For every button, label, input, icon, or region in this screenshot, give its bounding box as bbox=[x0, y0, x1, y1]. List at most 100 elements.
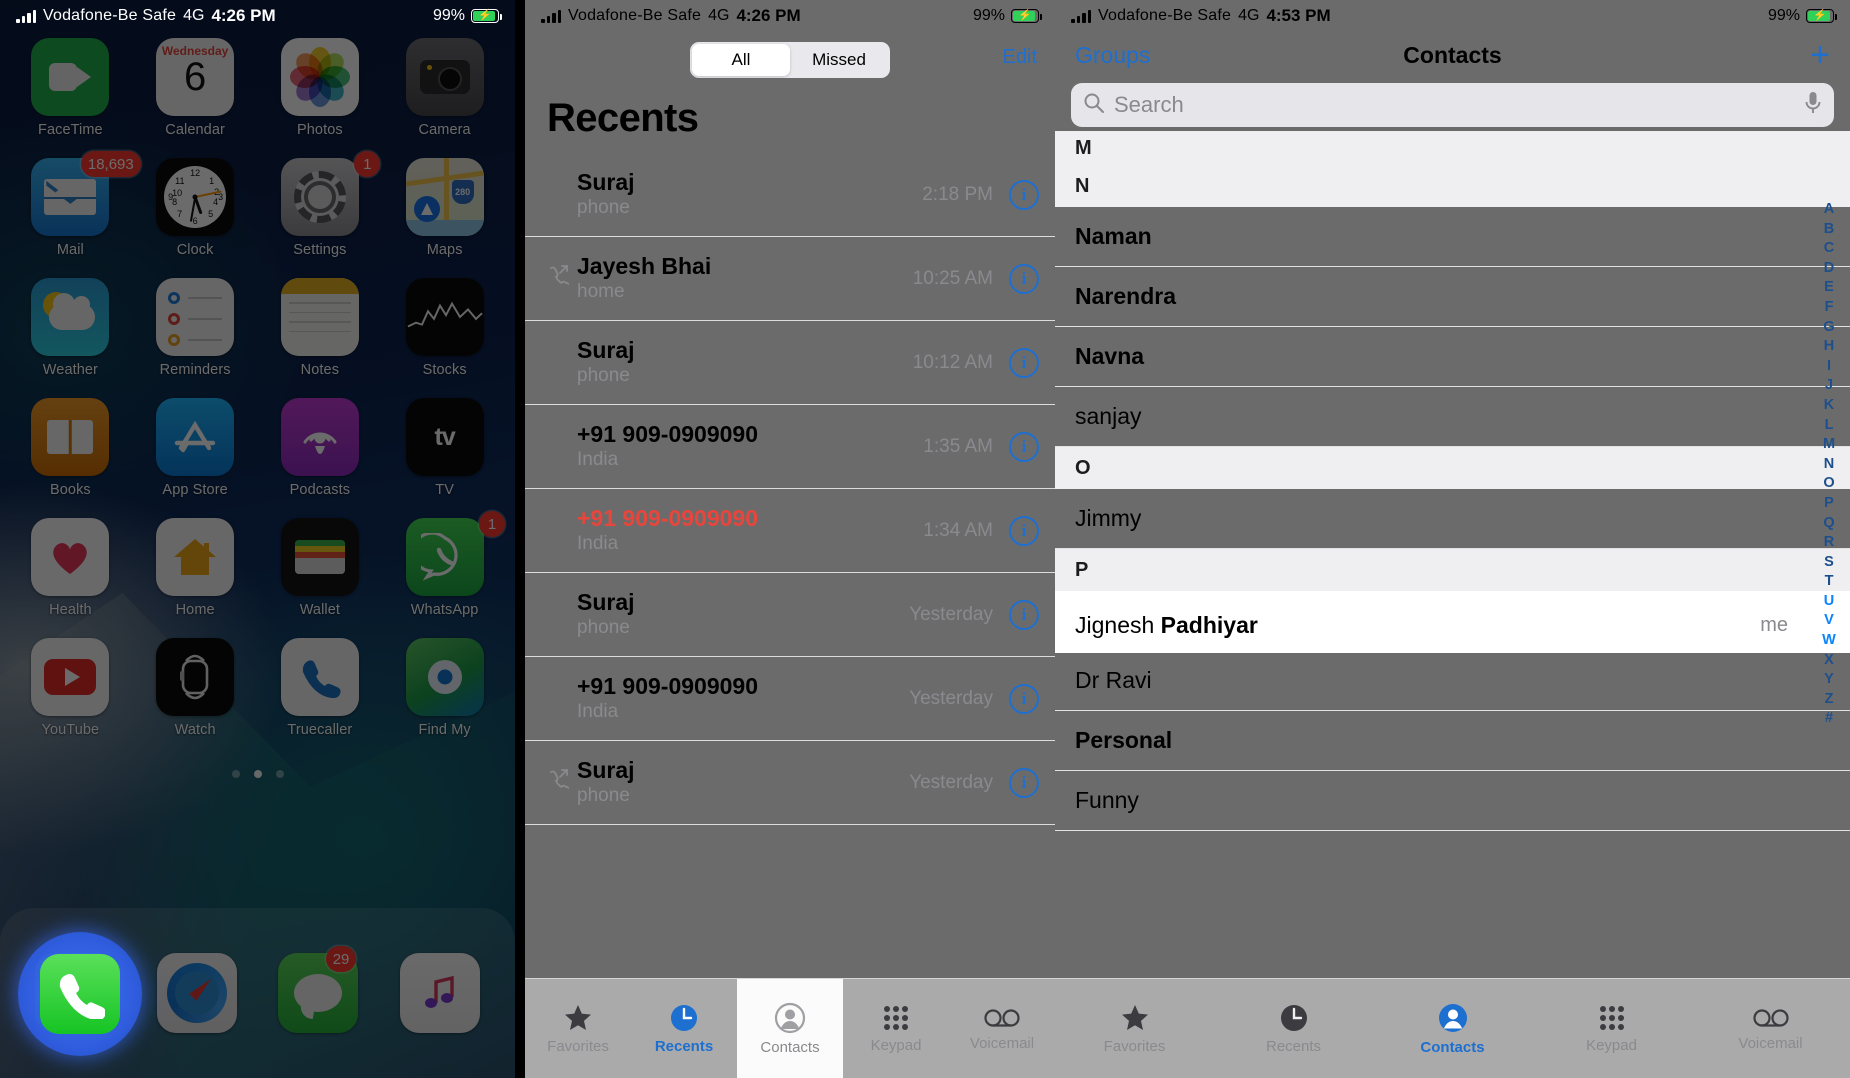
list-item[interactable]: Dr Ravi bbox=[1055, 651, 1850, 712]
table-row[interactable]: Jayesh Bhai home 10:25 AM i bbox=[525, 237, 1055, 321]
highlighted-contact-row[interactable]: Jignesh Padhiyar me bbox=[1055, 597, 1850, 653]
app-truecaller[interactable]: Truecaller bbox=[258, 638, 383, 738]
app-photos[interactable]: Photos bbox=[258, 38, 383, 138]
index-letter[interactable]: T bbox=[1825, 572, 1834, 592]
tab-voicemail[interactable]: Voicemail bbox=[949, 979, 1055, 1078]
index-letter[interactable]: W bbox=[1822, 631, 1836, 651]
list-item[interactable]: sanjay bbox=[1055, 387, 1850, 448]
info-icon[interactable]: i bbox=[1009, 767, 1039, 798]
list-item[interactable]: Personal bbox=[1055, 711, 1850, 772]
index-letter[interactable]: P bbox=[1824, 494, 1834, 514]
list-item[interactable]: Narendra bbox=[1055, 267, 1850, 328]
list-item[interactable]: Jimmy bbox=[1055, 489, 1850, 550]
list-item[interactable]: Navna bbox=[1055, 327, 1850, 388]
tab-recents[interactable]: Recents bbox=[631, 979, 737, 1078]
app-camera[interactable]: Camera bbox=[382, 38, 507, 138]
app-find-my[interactable]: Find My bbox=[382, 638, 507, 738]
index-letter[interactable]: O bbox=[1823, 474, 1834, 494]
app-calendar[interactable]: Wednesday 6 Calendar bbox=[133, 38, 258, 138]
app-home[interactable]: Home bbox=[133, 518, 258, 618]
app-tv[interactable]: tv TV bbox=[382, 398, 507, 498]
search-input[interactable]: Search bbox=[1071, 83, 1834, 128]
app-notes[interactable]: Notes bbox=[258, 278, 383, 378]
info-icon[interactable]: i bbox=[1009, 347, 1039, 378]
app-clock[interactable]: 12 3 6 9 11 10 1 2 4 5 7 8 bbox=[133, 158, 258, 258]
tab-favorites[interactable]: Favorites bbox=[525, 979, 631, 1078]
app-label: App Store bbox=[162, 482, 228, 498]
app-stocks[interactable]: Stocks bbox=[382, 278, 507, 378]
app-facetime[interactable]: FaceTime bbox=[8, 38, 133, 138]
index-letter[interactable]: H bbox=[1824, 337, 1834, 357]
index-letter[interactable]: G bbox=[1823, 318, 1834, 338]
table-row[interactable]: +91 909-0909090 India Yesterday i bbox=[525, 657, 1055, 741]
tab-recents[interactable]: Recents bbox=[1214, 979, 1373, 1078]
phone-tap-highlight[interactable] bbox=[18, 932, 142, 1056]
index-letter[interactable]: D bbox=[1824, 259, 1834, 279]
tab-contacts[interactable]: Contacts bbox=[1373, 979, 1532, 1078]
table-row[interactable]: Suraj phone 10:12 AM i bbox=[525, 321, 1055, 405]
index-letter[interactable]: # bbox=[1825, 709, 1833, 729]
index-letter[interactable]: Q bbox=[1823, 514, 1834, 534]
table-row[interactable]: Suraj phone Yesterday i bbox=[525, 573, 1055, 657]
index-letter[interactable]: C bbox=[1824, 239, 1834, 259]
app-youtube[interactable]: YouTube bbox=[8, 638, 133, 738]
app-whatsapp[interactable]: 1 WhatsApp bbox=[382, 511, 507, 618]
info-icon[interactable]: i bbox=[1009, 683, 1039, 714]
index-letter[interactable]: V bbox=[1824, 611, 1834, 631]
index-letter[interactable]: B bbox=[1824, 220, 1834, 240]
index-letter[interactable]: Z bbox=[1825, 690, 1834, 710]
alphabet-index[interactable]: A B C D E F G H I J K L M N O P Q R S T … bbox=[1816, 200, 1842, 729]
index-letter[interactable]: M bbox=[1823, 435, 1835, 455]
info-icon[interactable]: i bbox=[1009, 263, 1039, 294]
tab-keypad[interactable]: Keypad bbox=[1532, 979, 1691, 1078]
index-letter[interactable]: U bbox=[1824, 592, 1834, 612]
segmented-control[interactable]: All Missed bbox=[690, 42, 890, 78]
app-books[interactable]: Books bbox=[8, 398, 133, 498]
edit-button[interactable]: Edit bbox=[1003, 46, 1037, 69]
index-letter[interactable]: K bbox=[1824, 396, 1834, 416]
tab-voicemail[interactable]: Voicemail bbox=[1691, 979, 1850, 1078]
tab-keypad[interactable]: Keypad bbox=[843, 979, 949, 1078]
app-weather[interactable]: Weather bbox=[8, 278, 133, 378]
info-icon[interactable]: i bbox=[1009, 179, 1039, 210]
clock: 4:26 PM bbox=[736, 6, 801, 25]
index-letter[interactable]: X bbox=[1824, 651, 1834, 671]
index-letter[interactable]: R bbox=[1824, 533, 1834, 553]
app-watch[interactable]: Watch bbox=[133, 638, 258, 738]
table-row[interactable]: Suraj phone Yesterday i bbox=[525, 741, 1055, 825]
app-health[interactable]: Health bbox=[8, 518, 133, 618]
index-letter[interactable]: L bbox=[1825, 416, 1834, 436]
table-row[interactable]: +91 909-0909090 India 1:34 AM i bbox=[525, 489, 1055, 573]
index-letter[interactable]: N bbox=[1824, 455, 1834, 475]
index-letter[interactable]: E bbox=[1824, 278, 1834, 298]
index-letter[interactable]: I bbox=[1827, 357, 1831, 377]
table-row[interactable]: +91 909-0909090 India 1:35 AM i bbox=[525, 405, 1055, 489]
table-row[interactable]: Suraj phone 2:18 PM i bbox=[525, 153, 1055, 237]
dock-item-safari[interactable] bbox=[156, 953, 237, 1033]
segment-all[interactable]: All bbox=[692, 44, 790, 76]
app-settings[interactable]: 1 Settings bbox=[258, 151, 383, 258]
index-letter[interactable]: S bbox=[1824, 553, 1834, 573]
app-app-store[interactable]: App Store bbox=[133, 398, 258, 498]
list-item[interactable]: Naman bbox=[1055, 207, 1850, 268]
app-maps[interactable]: 280 Maps bbox=[382, 158, 507, 258]
app-reminders[interactable]: Reminders bbox=[133, 278, 258, 378]
app-mail[interactable]: 18,693 Mail bbox=[8, 151, 141, 258]
tab-favorites[interactable]: Favorites bbox=[1055, 979, 1214, 1078]
app-podcasts[interactable]: Podcasts bbox=[258, 398, 383, 498]
app-wallet[interactable]: Wallet bbox=[258, 518, 383, 618]
list-item[interactable]: Funny bbox=[1055, 771, 1850, 832]
tab-contacts[interactable]: Contacts bbox=[737, 979, 843, 1078]
info-icon[interactable]: i bbox=[1009, 599, 1039, 630]
index-letter[interactable]: A bbox=[1824, 200, 1834, 220]
info-icon[interactable]: i bbox=[1009, 515, 1039, 546]
info-icon[interactable]: i bbox=[1009, 431, 1039, 462]
index-letter[interactable]: Y bbox=[1824, 670, 1834, 690]
dock-item-messages[interactable]: 29 bbox=[278, 946, 359, 1033]
index-letter[interactable]: J bbox=[1825, 376, 1833, 396]
contacts-list: M N Naman Narendra Navna sanjay O Jimmy … bbox=[1055, 131, 1850, 832]
index-letter[interactable]: F bbox=[1825, 298, 1834, 318]
segment-missed[interactable]: Missed bbox=[790, 44, 888, 76]
dock-item-music[interactable] bbox=[400, 953, 481, 1033]
microphone-icon[interactable] bbox=[1804, 91, 1822, 120]
